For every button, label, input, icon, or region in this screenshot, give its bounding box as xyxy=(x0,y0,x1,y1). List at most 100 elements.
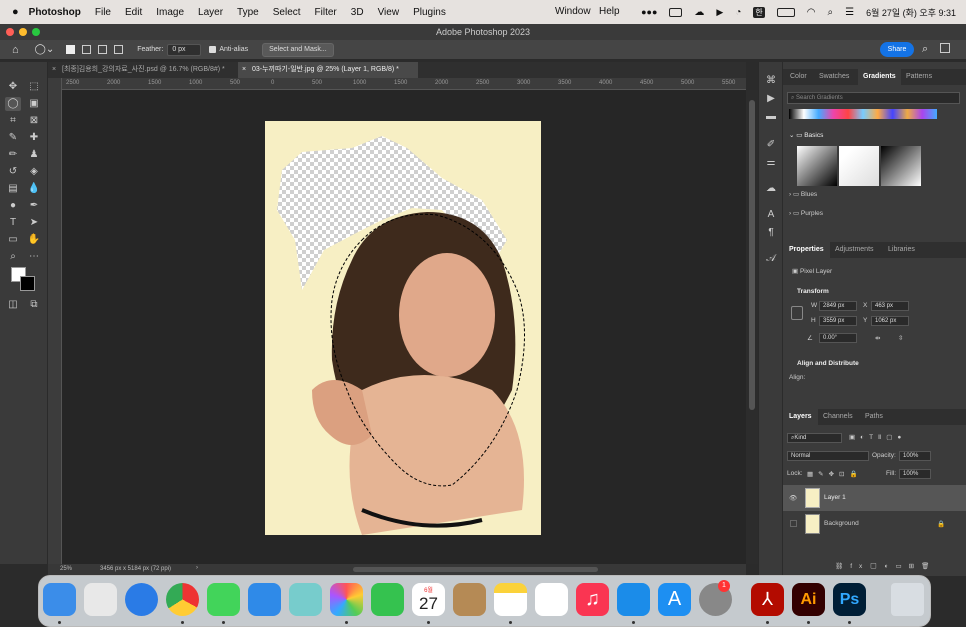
lock-icons[interactable]: ▦✎✥⊡🔒 xyxy=(807,470,863,478)
width-field[interactable]: 2849 px xyxy=(819,301,857,311)
type-tool-icon[interactable]: T xyxy=(5,216,21,230)
layer-name[interactable]: Layer 1 xyxy=(824,494,846,501)
path-select-tool-icon[interactable]: ➤ xyxy=(26,216,42,230)
menu-select[interactable]: Select xyxy=(273,7,301,18)
zoom-tool-icon[interactable]: ⌕ xyxy=(5,250,21,264)
folder-blues[interactable]: › ▭ Blues xyxy=(789,190,817,198)
canvas-area[interactable] xyxy=(62,90,746,564)
pen-tool-icon[interactable]: ✒ xyxy=(26,199,42,213)
y-field[interactable]: 1062 px xyxy=(871,316,909,326)
photos-icon[interactable] xyxy=(330,583,363,616)
layer-kind-filter[interactable]: ⌕Kind xyxy=(787,433,842,443)
illustrator-icon[interactable]: Ai xyxy=(792,583,825,616)
menu-plugins[interactable]: Plugins xyxy=(413,7,446,18)
tab-libraries[interactable]: Libraries xyxy=(888,242,915,258)
menu-3d[interactable]: 3D xyxy=(351,7,364,18)
visibility-eye-icon[interactable]: 👁 xyxy=(789,494,797,502)
close-tab-icon[interactable]: × xyxy=(52,62,56,78)
brush-tool-icon[interactable]: ✏ xyxy=(5,148,21,162)
glyphs-panel-icon[interactable]: 𝒜 xyxy=(763,252,779,266)
horizontal-ruler[interactable]: 2500 2000 1500 1000 500 0 500 1000 1500 2000 2500 3… xyxy=(62,78,746,90)
menu-image[interactable]: Image xyxy=(156,7,184,18)
antialias-checkbox[interactable] xyxy=(209,46,217,53)
chrome-icon[interactable] xyxy=(166,583,199,616)
layers-footer-icons[interactable]: ⛓fx◻◐▭⊞🗑 xyxy=(835,562,936,570)
facetime-icon[interactable] xyxy=(371,583,404,616)
maps-icon[interactable] xyxy=(289,583,322,616)
timer-icon[interactable]: ◔ xyxy=(735,7,741,18)
workspace-icon[interactable] xyxy=(940,43,950,53)
messages-icon[interactable] xyxy=(207,583,240,616)
calendar-icon[interactable]: 6월 27 xyxy=(412,583,445,616)
menu-window[interactable]: Window xyxy=(555,6,591,17)
align-header[interactable]: Align and Distribute xyxy=(797,360,859,367)
lasso-tool-icon[interactable]: ◯ xyxy=(5,97,21,111)
lasso-tool-preset-icon[interactable]: ◯⌄ xyxy=(35,44,55,55)
menu-edit[interactable]: Edit xyxy=(125,7,142,18)
vertical-ruler[interactable] xyxy=(48,78,62,564)
hand-tool-icon[interactable]: ✋ xyxy=(26,233,42,247)
actions-panel-icon[interactable]: ▶ xyxy=(763,92,779,106)
music-icon[interactable]: ♫ xyxy=(576,583,609,616)
flip-vertical-icon[interactable]: ⇳ xyxy=(898,334,903,342)
background-color-swatch[interactable] xyxy=(20,276,35,291)
flip-horizontal-icon[interactable]: ⇹ xyxy=(875,334,880,342)
brushes-panel-icon[interactable]: ✐ xyxy=(763,138,779,152)
frame-tool-icon[interactable]: ⊠ xyxy=(26,114,42,128)
tab-paths[interactable]: Paths xyxy=(865,409,883,425)
opacity-field[interactable]: 100% xyxy=(899,451,931,461)
tab-swatches[interactable]: Swatches xyxy=(819,69,849,85)
clock[interactable]: 6월 27일 (화) 오후 9:31 xyxy=(866,6,956,19)
tab-layers[interactable]: Layers xyxy=(783,409,818,425)
tab-gradients[interactable]: Gradients xyxy=(858,69,901,85)
battery-icon[interactable] xyxy=(776,7,795,17)
cloud-panel-icon[interactable]: ☁ xyxy=(763,182,779,196)
history-panel-icon[interactable]: ⌘ xyxy=(763,74,779,88)
link-icon[interactable] xyxy=(791,306,803,320)
eraser-tool-icon[interactable]: ◈ xyxy=(26,165,42,179)
intersect-selection-icon[interactable] xyxy=(114,45,124,54)
tab-color[interactable]: Color xyxy=(790,69,807,85)
close-tab-icon[interactable]: × xyxy=(242,62,246,78)
finder-icon[interactable] xyxy=(43,583,76,616)
height-field[interactable]: 3559 px xyxy=(819,316,857,326)
feather-input[interactable]: 0 px xyxy=(167,43,202,56)
paragraph-panel-icon[interactable]: ¶ xyxy=(763,226,779,240)
screen-icon[interactable] xyxy=(669,7,683,17)
close-window-button[interactable] xyxy=(6,28,14,36)
play-icon[interactable]: ▶ xyxy=(716,7,723,18)
document-image[interactable] xyxy=(62,90,746,564)
horizontal-scrollbar[interactable] xyxy=(353,567,598,572)
x-field[interactable]: 463 px xyxy=(871,301,909,311)
folder-basics[interactable]: ⌄ ▭ Basics xyxy=(789,131,823,139)
apple-icon[interactable]: ● xyxy=(12,6,19,18)
quick-mask-icon[interactable]: ◫ xyxy=(5,298,21,312)
rectangle-tool-icon[interactable]: ▭ xyxy=(5,233,21,247)
layer-name[interactable]: Background xyxy=(824,520,859,527)
filter-icons[interactable]: ▣◐TⅡ▢● xyxy=(849,433,906,441)
gradient-swatch-2[interactable] xyxy=(839,146,879,186)
tab-document-2[interactable]: × 03-누끼따기-일반.jpg @ 25% (Layer 1, RGB/8) … xyxy=(238,62,418,78)
recent-gradients[interactable] xyxy=(789,109,937,119)
minimize-window-button[interactable] xyxy=(19,28,27,36)
home-icon[interactable]: ⌂ xyxy=(12,44,19,56)
dodge-tool-icon[interactable]: ● xyxy=(5,199,21,213)
marquee-tool-icon[interactable]: ⬚ xyxy=(26,80,42,94)
keynote-icon[interactable] xyxy=(617,583,650,616)
tab-patterns[interactable]: Patterns xyxy=(906,69,932,85)
vertical-scrollbar[interactable] xyxy=(746,90,758,564)
notes-icon[interactable] xyxy=(494,583,527,616)
select-and-mask-button[interactable]: Select and Mask... xyxy=(262,42,334,57)
share-button[interactable]: Share xyxy=(880,42,914,57)
crop-tool-icon[interactable]: ⌗ xyxy=(5,114,21,128)
trash-icon[interactable] xyxy=(891,583,924,616)
mail-icon[interactable] xyxy=(248,583,281,616)
dots-icon[interactable]: ●●● xyxy=(641,7,657,17)
tab-properties[interactable]: Properties xyxy=(783,242,830,258)
launchpad-icon[interactable] xyxy=(84,583,117,616)
status-arrow-icon[interactable]: › xyxy=(196,565,198,571)
gradient-swatch-3[interactable] xyxy=(881,146,921,186)
move-tool-icon[interactable]: ✥ xyxy=(5,80,21,94)
visibility-toggle-icon[interactable] xyxy=(790,520,797,527)
stamp-tool-icon[interactable]: ♟ xyxy=(26,148,42,162)
